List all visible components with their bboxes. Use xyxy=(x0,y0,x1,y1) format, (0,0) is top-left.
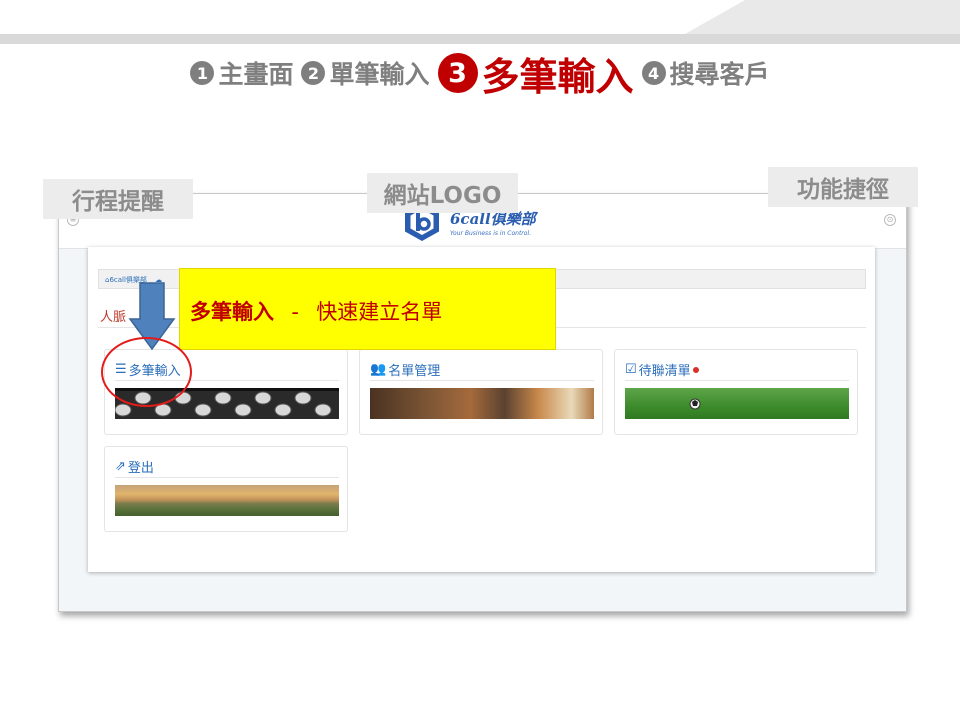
tile-list-management[interactable]: 👥 名單管理 xyxy=(359,349,603,435)
tile-label: 名單管理 xyxy=(388,364,441,379)
tile-divider xyxy=(115,477,339,478)
settings-icon[interactable]: ⊙ xyxy=(884,214,896,226)
step-1-label: 主畫面 xyxy=(218,60,294,89)
tile-title: 👥 名單管理 xyxy=(370,360,440,379)
step-2: 2 單筆輸入 xyxy=(301,55,430,91)
notification-badge xyxy=(692,366,699,373)
tile-label: 登出 xyxy=(127,461,154,476)
callout-site-logo: 網站LOGO xyxy=(367,173,518,213)
tile-divider xyxy=(625,380,849,381)
users-icon: 👥 xyxy=(370,362,387,377)
app-screenshot-frame: ≡ 6call俱樂部 Your Business is in Control. … xyxy=(58,193,907,612)
callout-schedule-reminder: 行程提醒 xyxy=(43,179,193,219)
step-4: 4 搜尋客戶 xyxy=(641,55,770,91)
coffee-beans-image xyxy=(370,388,594,419)
sunset-field-image xyxy=(115,485,339,516)
step-3-label: 多筆輸入 xyxy=(481,54,634,99)
step-1: 1 主畫面 xyxy=(190,55,293,91)
tile-divider xyxy=(370,380,594,381)
step-2-label: 單筆輸入 xyxy=(329,60,430,89)
step-1-number: 1 xyxy=(190,61,215,85)
tile-logout[interactable]: ⇗ 登出 xyxy=(104,446,348,532)
annotation-text: 多筆輸入 - 快速建立名單 xyxy=(190,296,442,326)
annotation-box: 多筆輸入 - 快速建立名單 xyxy=(179,268,556,350)
step-4-label: 搜尋客戶 xyxy=(669,60,770,89)
annotation-separator: - xyxy=(291,300,299,324)
annotation-title: 多筆輸入 xyxy=(190,300,274,324)
annotation-description: 快速建立名單 xyxy=(316,300,443,324)
calendar-check-icon: ☑ xyxy=(625,362,637,377)
step-navigation: 1 主畫面 2 單筆輸入 3 多筆輸入 4 搜尋客戶 xyxy=(0,46,960,101)
highlight-circle xyxy=(101,337,192,407)
section-title: 人脈 xyxy=(100,310,127,325)
grass-ball-image xyxy=(625,388,849,419)
top-decoration-band xyxy=(0,0,960,44)
tile-pending-contacts[interactable]: ☑ 待聯清單 xyxy=(614,349,858,435)
logo-slogan: Your Business is in Control. xyxy=(450,229,532,237)
share-icon: ⇗ xyxy=(115,459,126,474)
step-3-number: 3 xyxy=(437,53,478,93)
step-4-number: 4 xyxy=(641,61,666,85)
tile-title: ☑ 待聯清單 xyxy=(625,360,699,379)
tile-title: ⇗ 登出 xyxy=(115,457,154,476)
step-2-number: 2 xyxy=(301,61,326,85)
callout-shortcuts: 功能捷徑 xyxy=(768,167,918,207)
tile-label: 待聯清單 xyxy=(638,364,691,379)
step-3-active: 3 多筆輸入 xyxy=(437,46,634,101)
